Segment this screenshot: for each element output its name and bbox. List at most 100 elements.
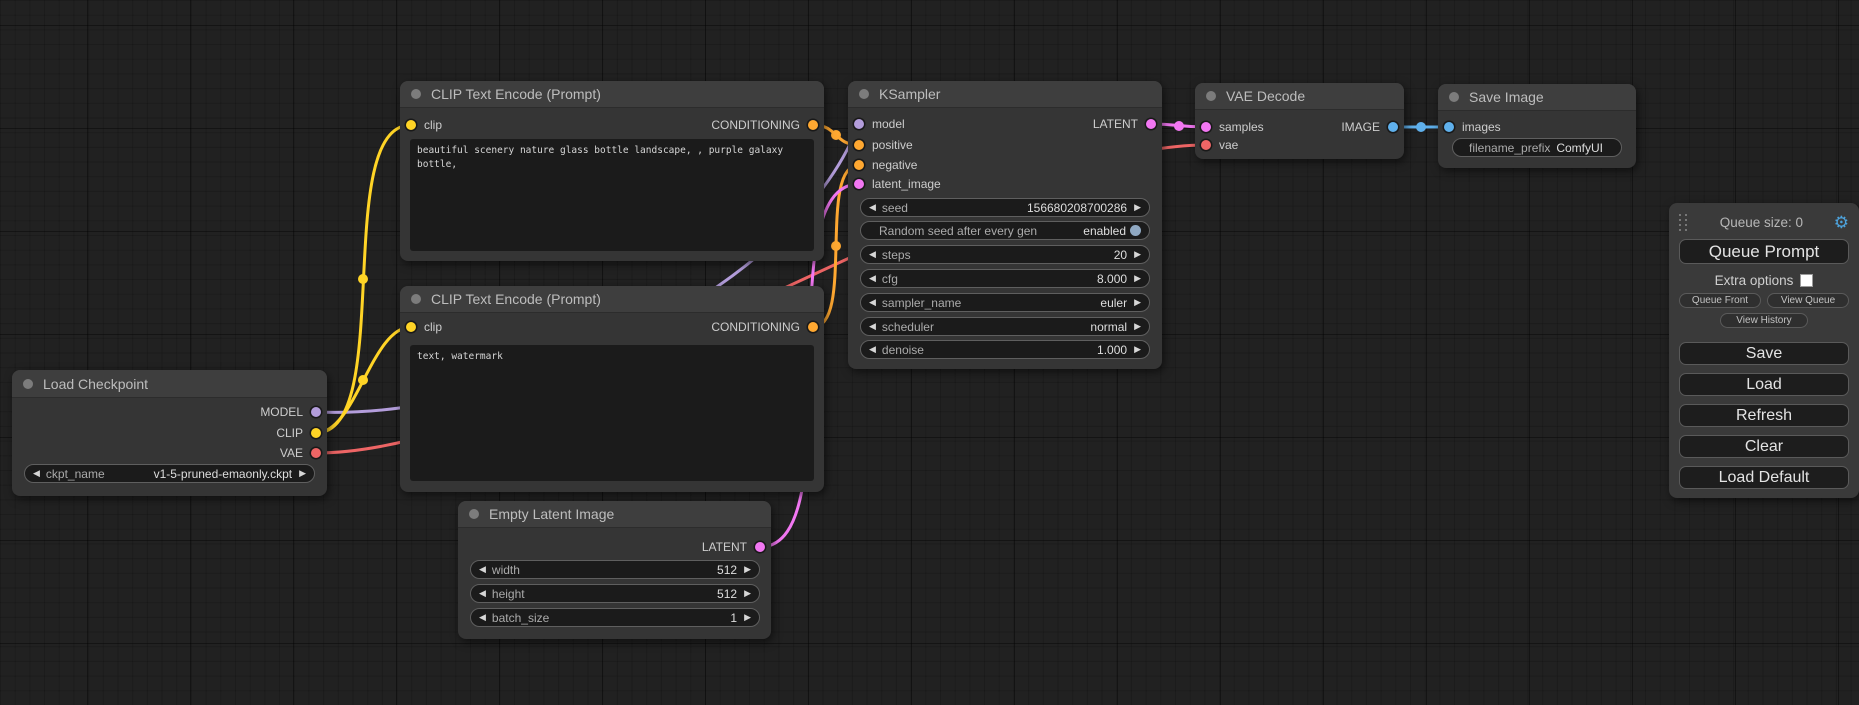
node-titlebar[interactable]: Save Image xyxy=(1438,84,1636,111)
widget-value: v1-5-pruned-emaonly.ckpt xyxy=(154,467,293,481)
increment-arrow-icon[interactable]: ▶ xyxy=(744,613,751,622)
widget-batch-size[interactable]: ◀ batch_size 1 ▶ xyxy=(470,608,760,627)
input-port-model[interactable] xyxy=(854,119,864,129)
input-port-negative[interactable] xyxy=(854,160,864,170)
widget-label: seed xyxy=(882,201,908,215)
widget-height[interactable]: ◀ height 512 ▶ xyxy=(470,584,760,603)
decrement-arrow-icon[interactable]: ◀ xyxy=(869,345,876,354)
prompt-textarea[interactable]: beautiful scenery nature glass bottle la… xyxy=(410,139,814,251)
decrement-arrow-icon[interactable]: ◀ xyxy=(479,565,486,574)
settings-gear-icon[interactable]: ⚙ xyxy=(1834,214,1849,231)
output-port-clip[interactable] xyxy=(311,428,321,438)
increment-arrow-icon[interactable]: ▶ xyxy=(744,589,751,598)
increment-arrow-icon[interactable]: ▶ xyxy=(1134,322,1141,331)
queue-front-button[interactable]: Queue Front xyxy=(1679,293,1761,308)
output-label-model: MODEL xyxy=(12,402,303,422)
widget-label: steps xyxy=(882,248,911,262)
output-port-conditioning[interactable] xyxy=(808,322,818,332)
input-port-images[interactable] xyxy=(1444,122,1454,132)
decrement-arrow-icon[interactable]: ◀ xyxy=(869,298,876,307)
collapse-dot-icon[interactable] xyxy=(469,509,479,519)
widget-value: 512 xyxy=(717,587,737,601)
output-label-conditioning: CONDITIONING xyxy=(400,115,800,135)
widget-sampler-name[interactable]: ◀ sampler_name euler ▶ xyxy=(860,293,1150,312)
increment-arrow-icon[interactable]: ▶ xyxy=(299,469,306,478)
widget-denoise[interactable]: ◀ denoise 1.000 ▶ xyxy=(860,340,1150,359)
widget-value: normal xyxy=(1090,320,1127,334)
widget-steps[interactable]: ◀ steps 20 ▶ xyxy=(860,245,1150,264)
collapse-dot-icon[interactable] xyxy=(859,89,869,99)
increment-arrow-icon[interactable]: ▶ xyxy=(1134,250,1141,259)
increment-arrow-icon[interactable]: ▶ xyxy=(1134,203,1141,212)
increment-arrow-icon[interactable]: ▶ xyxy=(744,565,751,574)
clear-button[interactable]: Clear xyxy=(1679,435,1849,458)
node-titlebar[interactable]: CLIP Text Encode (Prompt) xyxy=(400,81,824,108)
decrement-arrow-icon[interactable]: ◀ xyxy=(479,613,486,622)
node-titlebar[interactable]: KSampler xyxy=(848,81,1162,108)
node-titlebar[interactable]: Empty Latent Image xyxy=(458,501,771,528)
widget-random-seed-toggle[interactable]: Random seed after every gen enabled xyxy=(860,221,1150,240)
save-button[interactable]: Save xyxy=(1679,342,1849,365)
prompt-textarea[interactable]: text, watermark xyxy=(410,345,814,481)
widget-width[interactable]: ◀ width 512 ▶ xyxy=(470,560,760,579)
increment-arrow-icon[interactable]: ▶ xyxy=(1134,274,1141,283)
output-label-image: IMAGE xyxy=(1195,117,1380,137)
increment-arrow-icon[interactable]: ▶ xyxy=(1134,298,1141,307)
node-title: Empty Latent Image xyxy=(489,506,614,522)
output-port-latent[interactable] xyxy=(1146,119,1156,129)
widget-label: height xyxy=(492,587,525,601)
node-title: Save Image xyxy=(1469,89,1544,105)
view-history-button[interactable]: View History xyxy=(1720,313,1808,328)
node-titlebar[interactable]: Load Checkpoint xyxy=(12,370,327,398)
input-port-positive[interactable] xyxy=(854,140,864,150)
output-port-conditioning[interactable] xyxy=(808,120,818,130)
input-port-clip[interactable] xyxy=(406,120,416,130)
view-queue-button[interactable]: View Queue xyxy=(1767,293,1849,308)
toggle-enabled-icon[interactable] xyxy=(1130,225,1141,236)
node-title: Load Checkpoint xyxy=(43,376,148,392)
node-titlebar[interactable]: VAE Decode xyxy=(1195,83,1404,110)
output-port-latent[interactable] xyxy=(755,542,765,552)
widget-scheduler[interactable]: ◀ scheduler normal ▶ xyxy=(860,317,1150,336)
decrement-arrow-icon[interactable]: ◀ xyxy=(479,589,486,598)
collapse-dot-icon[interactable] xyxy=(23,379,33,389)
load-default-button[interactable]: Load Default xyxy=(1679,466,1849,489)
input-label-latent-image: latent_image xyxy=(872,174,941,194)
input-port-clip[interactable] xyxy=(406,322,416,332)
collapse-dot-icon[interactable] xyxy=(1449,92,1459,102)
widget-value: 1 xyxy=(730,611,737,625)
input-port-latent-image[interactable] xyxy=(854,179,864,189)
drag-handle-icon[interactable] xyxy=(1679,213,1689,231)
collapse-dot-icon[interactable] xyxy=(1206,91,1216,101)
extra-options-label: Extra options xyxy=(1715,273,1794,288)
input-port-samples[interactable] xyxy=(1201,122,1211,132)
comfyui-canvas[interactable]: { "colors": { "model": "#b39ddb", "clip"… xyxy=(0,0,1859,705)
collapse-dot-icon[interactable] xyxy=(411,294,421,304)
node-title: KSampler xyxy=(879,86,940,102)
widget-filename-prefix[interactable]: filename_prefix ComfyUI xyxy=(1452,138,1622,157)
decrement-arrow-icon[interactable]: ◀ xyxy=(869,203,876,212)
input-port-vae[interactable] xyxy=(1201,140,1211,150)
decrement-arrow-icon[interactable]: ◀ xyxy=(869,322,876,331)
node-titlebar[interactable]: CLIP Text Encode (Prompt) xyxy=(400,286,824,313)
refresh-button[interactable]: Refresh xyxy=(1679,404,1849,427)
extra-options-checkbox[interactable] xyxy=(1800,274,1813,287)
decrement-arrow-icon[interactable]: ◀ xyxy=(869,274,876,283)
output-port-model[interactable] xyxy=(311,407,321,417)
collapse-dot-icon[interactable] xyxy=(411,89,421,99)
widget-label: cfg xyxy=(882,272,898,286)
widget-cfg[interactable]: ◀ cfg 8.000 ▶ xyxy=(860,269,1150,288)
widget-value: 20 xyxy=(1114,248,1127,262)
widget-value: euler xyxy=(1100,296,1127,310)
widget-ckpt-name[interactable]: ◀ ckpt_name v1-5-pruned-emaonly.ckpt ▶ xyxy=(24,464,315,483)
output-port-vae[interactable] xyxy=(311,448,321,458)
increment-arrow-icon[interactable]: ▶ xyxy=(1134,345,1141,354)
queue-prompt-button[interactable]: Queue Prompt xyxy=(1679,239,1849,264)
output-port-image[interactable] xyxy=(1388,122,1398,132)
decrement-arrow-icon[interactable]: ◀ xyxy=(869,250,876,259)
load-button[interactable]: Load xyxy=(1679,373,1849,396)
node-clip-text-encode-negative: CLIP Text Encode (Prompt) clip CONDITION… xyxy=(400,286,824,492)
widget-seed[interactable]: ◀ seed 156680208700286 ▶ xyxy=(860,198,1150,217)
widget-value: 512 xyxy=(717,563,737,577)
decrement-arrow-icon[interactable]: ◀ xyxy=(33,469,40,478)
